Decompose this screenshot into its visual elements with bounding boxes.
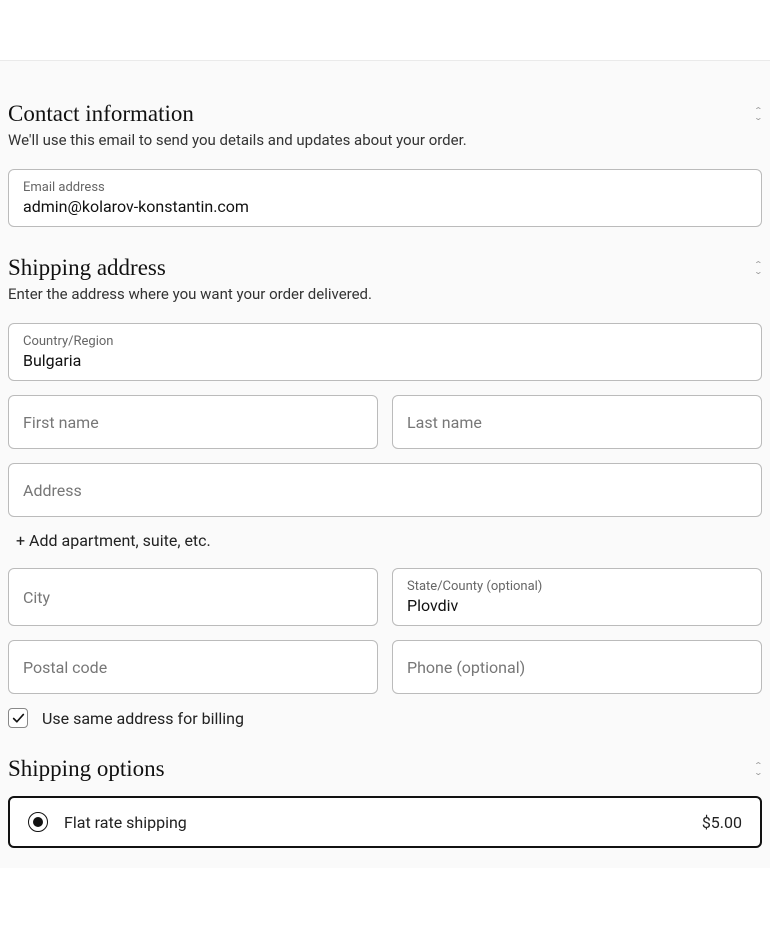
last-name-field[interactable]	[392, 395, 762, 449]
email-value: admin@kolarov-konstantin.com	[23, 197, 747, 216]
postal-field[interactable]	[8, 640, 378, 694]
billing-checkbox[interactable]	[8, 708, 28, 728]
first-name-field[interactable]	[8, 395, 378, 449]
phone-input[interactable]	[407, 658, 747, 677]
expand-collapse-icon[interactable]: ⌃⌄	[755, 262, 762, 275]
state-value: Plovdiv	[407, 596, 747, 615]
shipping-option-price: $5.00	[702, 813, 742, 832]
shipping-section: Shipping address ⌃⌄ Enter the address wh…	[8, 255, 762, 728]
billing-checkbox-label: Use same address for billing	[42, 709, 244, 728]
shipping-title: Shipping address	[8, 255, 166, 281]
check-icon	[12, 712, 25, 725]
shipping-subtitle: Enter the address where you want your or…	[8, 285, 762, 303]
address-field[interactable]	[8, 463, 762, 517]
address-input[interactable]	[23, 481, 747, 500]
contact-title: Contact information	[8, 101, 194, 127]
last-name-input[interactable]	[407, 413, 747, 432]
shipping-option-flat-rate[interactable]: Flat rate shipping $5.00	[8, 796, 762, 848]
phone-field[interactable]	[392, 640, 762, 694]
add-apartment-link[interactable]: + Add apartment, suite, etc.	[16, 531, 762, 550]
contact-section: Contact information ⌃⌄ We'll use this em…	[8, 101, 762, 227]
first-name-input[interactable]	[23, 413, 363, 432]
country-field[interactable]: Country/Region Bulgaria	[8, 323, 762, 381]
city-field[interactable]	[8, 568, 378, 626]
state-field[interactable]: State/County (optional) Plovdiv	[392, 568, 762, 626]
contact-subtitle: We'll use this email to send you details…	[8, 131, 762, 149]
shipping-option-label: Flat rate shipping	[64, 813, 187, 832]
email-label: Email address	[23, 180, 747, 195]
country-value: Bulgaria	[23, 351, 747, 370]
options-title: Shipping options	[8, 756, 165, 782]
email-field[interactable]: Email address admin@kolarov-konstantin.c…	[8, 169, 762, 227]
expand-collapse-icon[interactable]: ⌃⌄	[755, 763, 762, 776]
postal-input[interactable]	[23, 658, 363, 677]
country-label: Country/Region	[23, 334, 747, 349]
state-label: State/County (optional)	[407, 579, 747, 594]
expand-collapse-icon[interactable]: ⌃⌄	[755, 108, 762, 121]
radio-selected-icon	[28, 812, 48, 832]
options-section: Shipping options ⌃⌄ Flat rate shipping $…	[8, 756, 762, 848]
city-input[interactable]	[23, 588, 363, 607]
